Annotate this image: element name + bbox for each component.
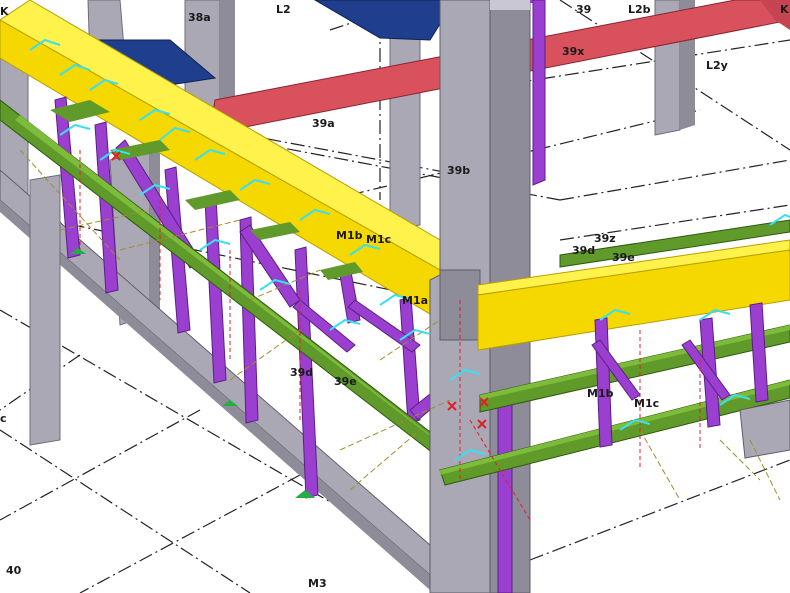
grid-label-39b: 39b <box>447 164 471 177</box>
grid-label-40: 40 <box>6 564 22 577</box>
right-concrete-pier <box>739 399 790 459</box>
grid-label-39-top: 39 <box>576 3 592 16</box>
member-label-m1c-right: M1c <box>634 397 660 410</box>
grid-label-39a: 39a <box>312 117 335 130</box>
grid-label-39d-right: 39d <box>572 244 596 257</box>
grid-label-k-left: K <box>0 5 9 18</box>
grid-label-39d-left: 39d <box>290 366 314 379</box>
member-label-m1a: M1a <box>402 294 429 307</box>
grid-label-l2y: L2y <box>706 59 728 72</box>
grid-label-39x: 39x <box>562 45 585 58</box>
member-label-m1b-left: M1b <box>336 229 363 242</box>
grid-label-m3: M3 <box>308 577 327 590</box>
grid-label-k-right: K <box>780 3 789 16</box>
member-label-m1b-right: M1b <box>587 387 614 400</box>
structural-3d-model[interactable] <box>0 0 790 593</box>
grid-label-38a: 38a <box>188 11 211 24</box>
grid-label-39e-right: 39e <box>612 251 635 264</box>
grid-label-39e-left: 39e <box>334 375 357 388</box>
grid-label-c-left: c <box>0 412 7 425</box>
grid-label-39z: 39z <box>594 232 616 245</box>
model-viewport[interactable]: K 38a L2 39 L2b K 39x L2y 39a 39b 39z 39… <box>0 0 790 593</box>
member-label-m1c-left: M1c <box>366 233 392 246</box>
grid-label-l2b: L2b <box>628 3 651 16</box>
grid-label-l2: L2 <box>276 3 291 16</box>
